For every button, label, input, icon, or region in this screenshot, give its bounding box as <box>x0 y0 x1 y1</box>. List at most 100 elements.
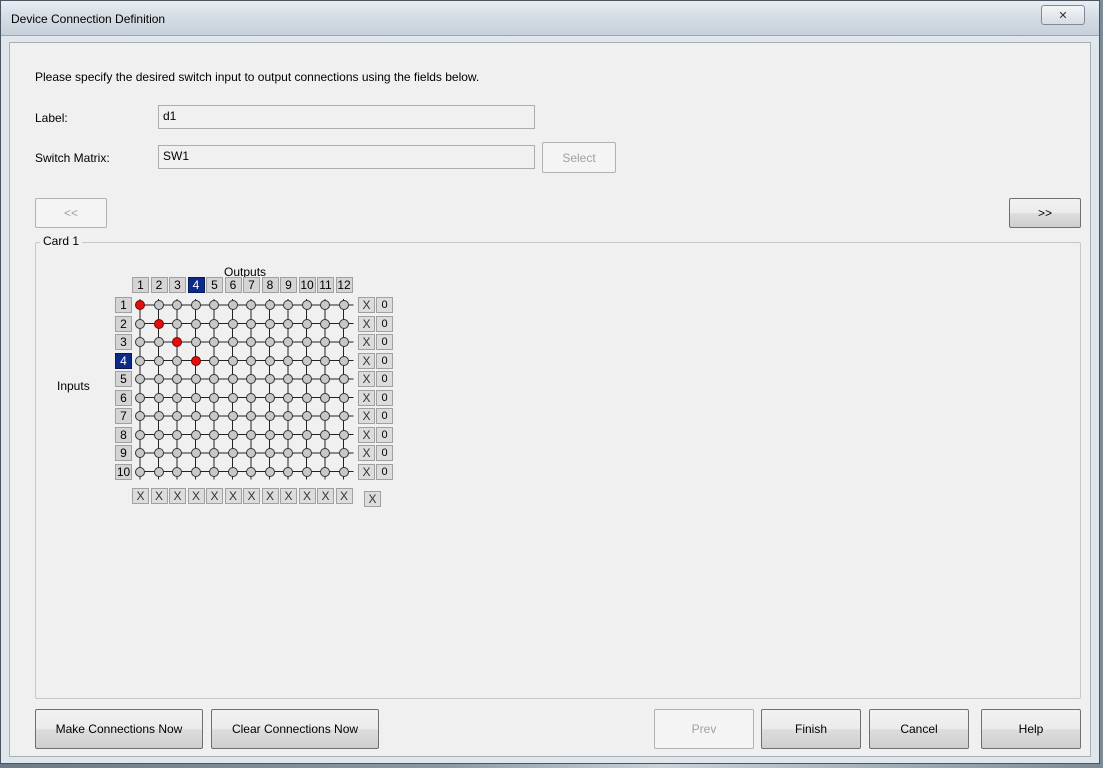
connection-node[interactable] <box>209 337 219 347</box>
column-clear-button[interactable]: X <box>224 488 242 504</box>
connection-node[interactable] <box>190 337 201 347</box>
connection-node[interactable] <box>172 466 182 477</box>
output-header-2[interactable]: 2 <box>150 277 168 293</box>
clear-all-button[interactable]: X <box>364 491 381 507</box>
connection-node[interactable] <box>172 392 182 403</box>
output-header-5[interactable]: 5 <box>206 277 223 293</box>
row-clear-button[interactable]: X <box>358 426 375 443</box>
connection-node[interactable] <box>209 318 219 329</box>
input-header-9[interactable]: 9 <box>115 445 132 461</box>
connection-node-active[interactable] <box>172 337 182 347</box>
prev-button[interactable]: Prev <box>654 709 754 749</box>
make-connections-button[interactable]: Make Connections Now <box>35 709 203 749</box>
connection-node[interactable] <box>338 374 349 384</box>
connection-node[interactable] <box>227 300 238 310</box>
connection-node[interactable] <box>135 429 145 440</box>
row-clear-button[interactable]: X <box>358 463 375 480</box>
connection-node[interactable] <box>135 392 145 403</box>
connection-node[interactable] <box>153 337 164 347</box>
connection-node-active[interactable] <box>190 355 201 366</box>
help-button[interactable]: Help <box>981 709 1081 749</box>
connection-node[interactable] <box>301 466 312 477</box>
connection-node[interactable] <box>246 355 256 366</box>
connection-node[interactable] <box>283 355 293 366</box>
connection-node[interactable] <box>172 448 182 458</box>
column-clear-button[interactable]: X <box>132 488 149 504</box>
connection-node[interactable] <box>283 300 293 310</box>
connection-node[interactable] <box>301 411 312 421</box>
close-button[interactable]: ✕ <box>1041 5 1085 25</box>
connection-node[interactable] <box>283 392 293 403</box>
connection-node[interactable] <box>246 374 256 384</box>
connection-node[interactable] <box>172 318 182 329</box>
connection-node[interactable] <box>172 429 182 440</box>
input-header-7[interactable]: 7 <box>115 408 132 424</box>
output-header-4[interactable]: 4 <box>187 277 205 293</box>
connection-node-active[interactable] <box>153 318 164 329</box>
connection-node[interactable] <box>283 448 293 458</box>
connection-node[interactable] <box>209 429 219 440</box>
connection-node[interactable] <box>153 429 164 440</box>
connection-node[interactable] <box>264 337 275 347</box>
connection-node[interactable] <box>190 300 201 310</box>
column-clear-button[interactable]: X <box>335 488 353 504</box>
connection-node[interactable] <box>301 318 312 329</box>
column-clear-button[interactable]: X <box>187 488 205 504</box>
connection-node[interactable] <box>338 300 349 310</box>
connection-node[interactable] <box>190 448 201 458</box>
connection-node[interactable] <box>301 392 312 403</box>
connection-node[interactable] <box>338 392 349 403</box>
connection-node[interactable] <box>283 318 293 329</box>
connection-node[interactable] <box>246 318 256 329</box>
connection-node[interactable] <box>135 355 145 366</box>
connection-node[interactable] <box>283 429 293 440</box>
connection-node[interactable] <box>190 411 201 421</box>
connection-node[interactable] <box>320 355 330 366</box>
connection-node[interactable] <box>190 374 201 384</box>
output-header-3[interactable]: 3 <box>169 277 186 293</box>
connection-node[interactable] <box>190 466 201 477</box>
row-clear-button[interactable]: X <box>358 371 375 387</box>
connection-node[interactable] <box>135 448 145 458</box>
input-header-1[interactable]: 1 <box>115 297 132 313</box>
connection-node[interactable] <box>135 374 145 384</box>
connection-node[interactable] <box>264 429 275 440</box>
finish-button[interactable]: Finish <box>761 709 861 749</box>
connection-node[interactable] <box>190 318 201 329</box>
row-clear-button[interactable]: X <box>358 315 375 332</box>
connection-node[interactable] <box>227 392 238 403</box>
column-clear-button[interactable]: X <box>243 488 260 504</box>
row-clear-button[interactable]: X <box>358 445 375 461</box>
connection-node[interactable] <box>264 318 275 329</box>
connection-node[interactable] <box>172 355 182 366</box>
connection-node[interactable] <box>320 429 330 440</box>
column-clear-button[interactable]: X <box>261 488 279 504</box>
connection-node[interactable] <box>301 429 312 440</box>
column-clear-button[interactable]: X <box>206 488 223 504</box>
connection-node[interactable] <box>172 300 182 310</box>
connection-node[interactable] <box>153 374 164 384</box>
row-clear-button[interactable]: X <box>358 389 375 406</box>
connection-node[interactable] <box>264 392 275 403</box>
connection-node[interactable] <box>246 466 256 477</box>
connection-node[interactable] <box>135 337 145 347</box>
input-header-8[interactable]: 8 <box>115 426 132 443</box>
connection-node[interactable] <box>264 300 275 310</box>
output-header-10[interactable]: 10 <box>298 277 316 293</box>
output-header-7[interactable]: 7 <box>243 277 260 293</box>
connection-node[interactable] <box>338 355 349 366</box>
connection-node[interactable] <box>209 355 219 366</box>
connection-node[interactable] <box>227 318 238 329</box>
connection-node-active[interactable] <box>135 300 145 310</box>
connection-node[interactable] <box>320 392 330 403</box>
connection-node[interactable] <box>209 392 219 403</box>
connection-node[interactable] <box>153 448 164 458</box>
row-clear-button[interactable]: X <box>358 408 375 424</box>
input-header-2[interactable]: 2 <box>115 315 132 332</box>
connection-node[interactable] <box>153 466 164 477</box>
row-clear-button[interactable]: X <box>358 297 375 313</box>
connection-node[interactable] <box>246 448 256 458</box>
connection-node[interactable] <box>227 411 238 421</box>
output-header-9[interactable]: 9 <box>280 277 297 293</box>
output-header-11[interactable]: 11 <box>317 277 334 293</box>
